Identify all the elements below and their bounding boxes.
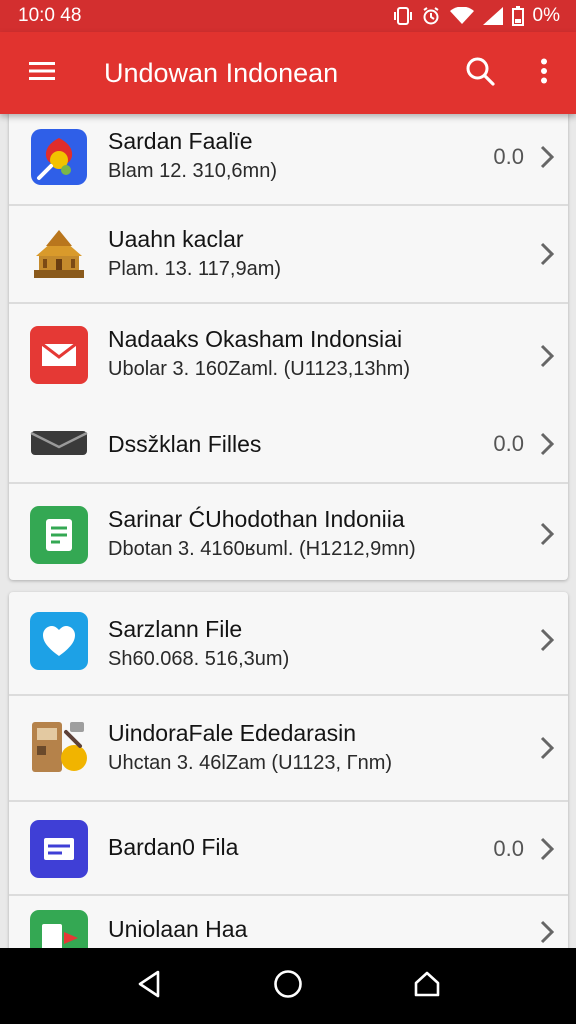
item-title: Sardan Faalїe xyxy=(108,128,253,154)
status-time: 10:0 48 xyxy=(18,5,82,26)
item-subtitle: Blam 12. 310,6mn) xyxy=(108,160,277,182)
menu-button[interactable] xyxy=(0,32,86,114)
chevron-right-icon xyxy=(540,837,554,861)
list-item[interactable]: Sardan Faalїe Blam 12. 310,6mn) 0.0 xyxy=(9,114,568,206)
file-card: Sardan Faalїe Blam 12. 310,6mn) 0.0 Uaah… xyxy=(9,114,568,580)
envelope-icon xyxy=(30,414,88,472)
status-icons: 0% xyxy=(393,5,560,27)
overflow-menu-button[interactable] xyxy=(512,32,576,114)
list-item[interactable]: Sarinar ĆUhodothan Indoniia Dbotan 3. 41… xyxy=(9,484,568,580)
chevron-right-icon xyxy=(540,344,554,368)
list-item[interactable]: UindoraFale Ededarasin Uhctan 3. 46ƖZam … xyxy=(9,696,568,802)
item-subtitle: Dbotan 3. 4160ʁuml. (H1212,9mn) xyxy=(108,538,416,560)
file-list: Sardan Faalїe Blam 12. 310,6mn) 0.0 Uaah… xyxy=(0,114,576,948)
file-size: 0.0 xyxy=(493,431,524,456)
item-subtitle: Plam. 13. 117,9am) xyxy=(108,258,282,280)
file-size: 0.0 xyxy=(493,836,524,861)
search-button[interactable] xyxy=(448,32,512,114)
card-icon xyxy=(30,820,88,878)
item-title: Nadaaks Okasham Indonsiai xyxy=(108,326,403,352)
back-triangle-icon xyxy=(136,969,162,1004)
temple-icon xyxy=(30,226,88,284)
alarm-icon xyxy=(421,6,441,26)
mail-icon xyxy=(30,326,88,384)
list-item[interactable]: Dssžklan Filles 0.0 xyxy=(9,402,568,484)
item-subtitle: Ubolar 3. 160Zaml. (U1123,13hm) xyxy=(108,358,410,380)
search-app-icon xyxy=(30,128,88,186)
item-title: Sarinar ĆUhodothan Indoniia xyxy=(108,506,405,532)
app-bar: Undowan Indonean xyxy=(0,32,576,114)
chevron-right-icon xyxy=(540,145,554,169)
system-nav-bar xyxy=(0,948,576,1024)
home-button[interactable] xyxy=(258,956,318,1016)
file-size: 0.0 xyxy=(493,144,524,169)
tools-icon xyxy=(30,718,88,776)
hamburger-menu-icon xyxy=(29,61,55,86)
chevron-right-icon xyxy=(540,736,554,760)
item-title: Dssžklan Filles xyxy=(108,431,262,457)
signal-icon xyxy=(482,7,503,25)
chevron-right-icon xyxy=(540,432,554,456)
flag-doc-icon xyxy=(30,910,88,948)
item-title: Uaahn kaclar xyxy=(108,226,244,252)
search-icon xyxy=(465,56,495,91)
file-card: Sarzlann File Sh60.068. 516,3um) Uindora… xyxy=(9,592,568,948)
list-item[interactable]: Uniolaan Haa xyxy=(9,896,568,948)
item-title: Sarzlann File xyxy=(108,616,243,642)
chevron-right-icon xyxy=(540,242,554,266)
more-vert-icon xyxy=(540,58,548,89)
battery-percent: 0% xyxy=(532,5,560,26)
item-subtitle: Uhctan 3. 46ƖZam (U1123, Γnm) xyxy=(108,752,393,774)
app-title: Undowan Indonean xyxy=(104,57,339,88)
heart-chat-icon xyxy=(30,612,88,670)
home-outline-icon xyxy=(412,969,442,1004)
item-title: UindoraFale Ededarasin xyxy=(108,720,357,746)
recents-button[interactable] xyxy=(397,956,457,1016)
chevron-right-icon xyxy=(540,628,554,652)
item-subtitle: Sh60.068. 516,3um) xyxy=(108,648,290,670)
list-item[interactable]: Sarzlann File Sh60.068. 516,3um) xyxy=(9,592,568,696)
home-circle-icon xyxy=(273,969,303,1004)
status-bar: 10:0 48 0% xyxy=(0,0,576,32)
vibrate-icon xyxy=(393,6,412,26)
wifi-icon xyxy=(449,7,474,25)
item-title: Bardan0 Fila xyxy=(108,834,239,860)
back-button[interactable] xyxy=(119,956,179,1016)
list-item[interactable]: Nadaaks Okasham Indonsiai Ubolar 3. 160Z… xyxy=(9,304,568,402)
item-title: Uniolaan Haa xyxy=(108,916,248,942)
chevron-right-icon xyxy=(540,522,554,546)
document-icon xyxy=(30,506,88,564)
list-item[interactable]: Bardan0 Fila 0.0 xyxy=(9,802,568,896)
chevron-right-icon xyxy=(540,920,554,944)
list-item[interactable]: Uaahn kaclar Plam. 13. 117,9am) xyxy=(9,206,568,304)
battery-icon xyxy=(511,6,524,26)
